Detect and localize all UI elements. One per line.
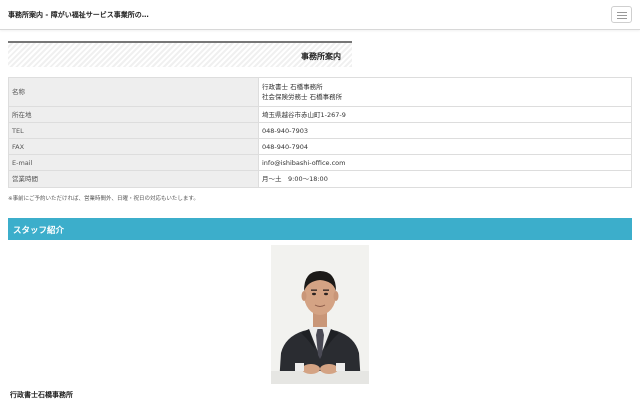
site-header: 事務所案内 - 障がい福祉サービス事業所の…: [0, 0, 640, 30]
office-heading-text: 事務所案内: [301, 52, 341, 61]
hours-value: 月～土 9:00～18:00: [262, 175, 328, 183]
row-value: 048-940-7904: [258, 138, 632, 155]
office-heading: 事務所案内: [8, 41, 352, 67]
fax-value: 048-940-7904: [262, 142, 309, 151]
table-row: 名称 行政書士 石橋事務所 社会保険労務士 石橋事務所: [8, 77, 632, 107]
table-row: 営業時間 月～土 9:00～18:00: [8, 170, 632, 188]
address-value: 埼玉県越谷市赤山町1-267-9: [262, 110, 346, 119]
row-label: 名称: [8, 77, 259, 107]
table-row: E-mail info@ishibashi-office.com: [8, 154, 632, 171]
site-title[interactable]: 事務所案内 - 障がい福祉サービス事業所の…: [8, 10, 149, 20]
tel-value: 048-940-7903: [262, 126, 309, 135]
menu-bar: [617, 15, 627, 16]
office-info-table: 名称 行政書士 石橋事務所 社会保険労務士 石橋事務所 所在地 埼玉県越谷市赤山…: [8, 77, 632, 188]
staff-heading: スタッフ紹介: [8, 218, 632, 240]
row-label: 所在地: [8, 106, 259, 123]
table-row: FAX 048-940-7904: [8, 138, 632, 155]
row-value: 048-940-7903: [258, 122, 632, 139]
hamburger-menu-icon[interactable]: [611, 6, 632, 23]
office-name-line: 社会保険労務士 石橋事務所: [262, 93, 343, 101]
staff-photo: [271, 245, 369, 384]
row-value: info@ishibashi-office.com: [258, 154, 632, 171]
office-name-line: 行政書士 石橋事務所: [262, 83, 323, 91]
row-label: TEL: [8, 122, 259, 139]
staff-heading-text: スタッフ紹介: [13, 226, 65, 236]
row-label: 営業時間: [8, 170, 259, 188]
menu-bar: [617, 12, 627, 13]
row-label: E-mail: [8, 154, 259, 171]
row-value: 行政書士 石橋事務所 社会保険労務士 石橋事務所: [258, 77, 632, 107]
staff-portrait-image: [271, 245, 369, 384]
row-value: 月～土 9:00～18:00: [258, 170, 632, 188]
email-value: info@ishibashi-office.com: [262, 158, 346, 167]
row-value: 埼玉県越谷市赤山町1-267-9: [258, 106, 632, 123]
table-row: TEL 048-940-7903: [8, 122, 632, 139]
staff-office-name: 行政書士石橋事務所: [10, 391, 73, 399]
table-row: 所在地 埼玉県越谷市赤山町1-267-9: [8, 106, 632, 123]
menu-bar: [617, 18, 627, 19]
row-label: FAX: [8, 138, 259, 155]
reservation-note: ※事前にご予約いただければ、営業時間外、日曜・祝日の対応もいたします。: [8, 196, 199, 202]
